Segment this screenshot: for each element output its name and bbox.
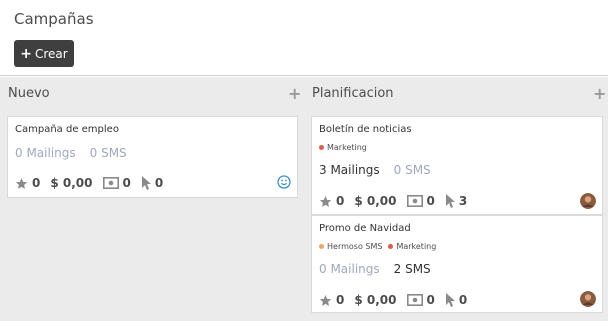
clicks-stat: 0 <box>445 293 467 307</box>
avatar[interactable] <box>580 291 596 307</box>
tag-color-dot <box>319 244 324 249</box>
control-panel: Campañas + Crear <box>0 0 608 76</box>
rating-stat: 0 <box>319 194 344 208</box>
card-title: Promo de Navidad <box>319 223 411 234</box>
quotations-stat: 0 <box>102 176 131 190</box>
tag-marketing: Marketing <box>319 143 367 152</box>
money-icon <box>406 195 423 207</box>
card-stats: 0 $ 0,00 0 0 <box>319 293 467 307</box>
star-icon <box>15 177 28 189</box>
card-title: Campaña de empleo <box>15 124 119 135</box>
pointer-icon <box>141 176 151 190</box>
sms-count[interactable]: 0 SMS <box>394 163 431 177</box>
card-counts: 0 Mailings 0 SMS <box>15 146 127 160</box>
card-counts: 0 Mailings 2 SMS <box>319 262 431 276</box>
card-title: Boletín de noticias <box>319 124 412 135</box>
create-button-label: Crear <box>35 46 68 61</box>
card-stats: 0 $ 0,00 0 3 <box>319 194 467 208</box>
money-icon <box>406 294 423 306</box>
star-icon <box>319 195 332 207</box>
column-add-icon[interactable]: + <box>288 86 301 102</box>
revenue-stat: $ 0,00 <box>354 293 397 307</box>
column-title-planificacion[interactable]: Planificacion <box>312 86 394 101</box>
revenue-stat: $ 0,00 <box>50 176 93 190</box>
mailings-count[interactable]: 0 Mailings <box>15 146 76 160</box>
quotations-stat: 0 <box>406 194 435 208</box>
card-counts: 3 Mailings 0 SMS <box>319 163 431 177</box>
mailings-count[interactable]: 3 Mailings <box>319 163 380 177</box>
sms-count[interactable]: 0 SMS <box>90 146 127 160</box>
kanban-card[interactable]: Campaña de empleo 0 Mailings 0 SMS 0 $ 0… <box>7 116 298 198</box>
create-button[interactable]: + Crear <box>14 40 74 67</box>
mailings-count[interactable]: 0 Mailings <box>319 262 380 276</box>
avatar[interactable] <box>580 193 596 209</box>
activity-smiley-icon[interactable] <box>277 175 291 189</box>
money-icon <box>102 177 119 189</box>
tag-color-dot <box>388 244 394 249</box>
sms-count[interactable]: 2 SMS <box>394 262 431 276</box>
star-icon <box>319 294 332 306</box>
card-tags: Hermoso SMS Marketing <box>319 242 436 251</box>
column-title-nuevo[interactable]: Nuevo <box>8 86 50 101</box>
rating-stat: 0 <box>15 176 40 190</box>
column-add-icon[interactable]: + <box>593 86 606 102</box>
card-tags: Marketing <box>319 143 367 152</box>
clicks-stat: 0 <box>141 176 163 190</box>
tag-hermoso-sms: Hermoso SMS <box>319 242 382 251</box>
pointer-icon <box>445 194 455 208</box>
clicks-stat: 3 <box>445 194 467 208</box>
tag-color-dot <box>319 145 324 150</box>
plus-icon: + <box>20 45 32 62</box>
kanban-card[interactable]: Boletín de noticias Marketing 3 Mailings… <box>311 116 603 215</box>
card-stats: 0 $ 0,00 0 0 <box>15 176 163 190</box>
page-title: Campañas <box>14 10 94 28</box>
tag-marketing: Marketing <box>388 242 436 251</box>
kanban-card[interactable]: Promo de Navidad Hermoso SMS Marketing 0… <box>311 215 603 313</box>
pointer-icon <box>445 293 455 307</box>
quotations-stat: 0 <box>406 293 435 307</box>
revenue-stat: $ 0,00 <box>354 194 397 208</box>
rating-stat: 0 <box>319 293 344 307</box>
